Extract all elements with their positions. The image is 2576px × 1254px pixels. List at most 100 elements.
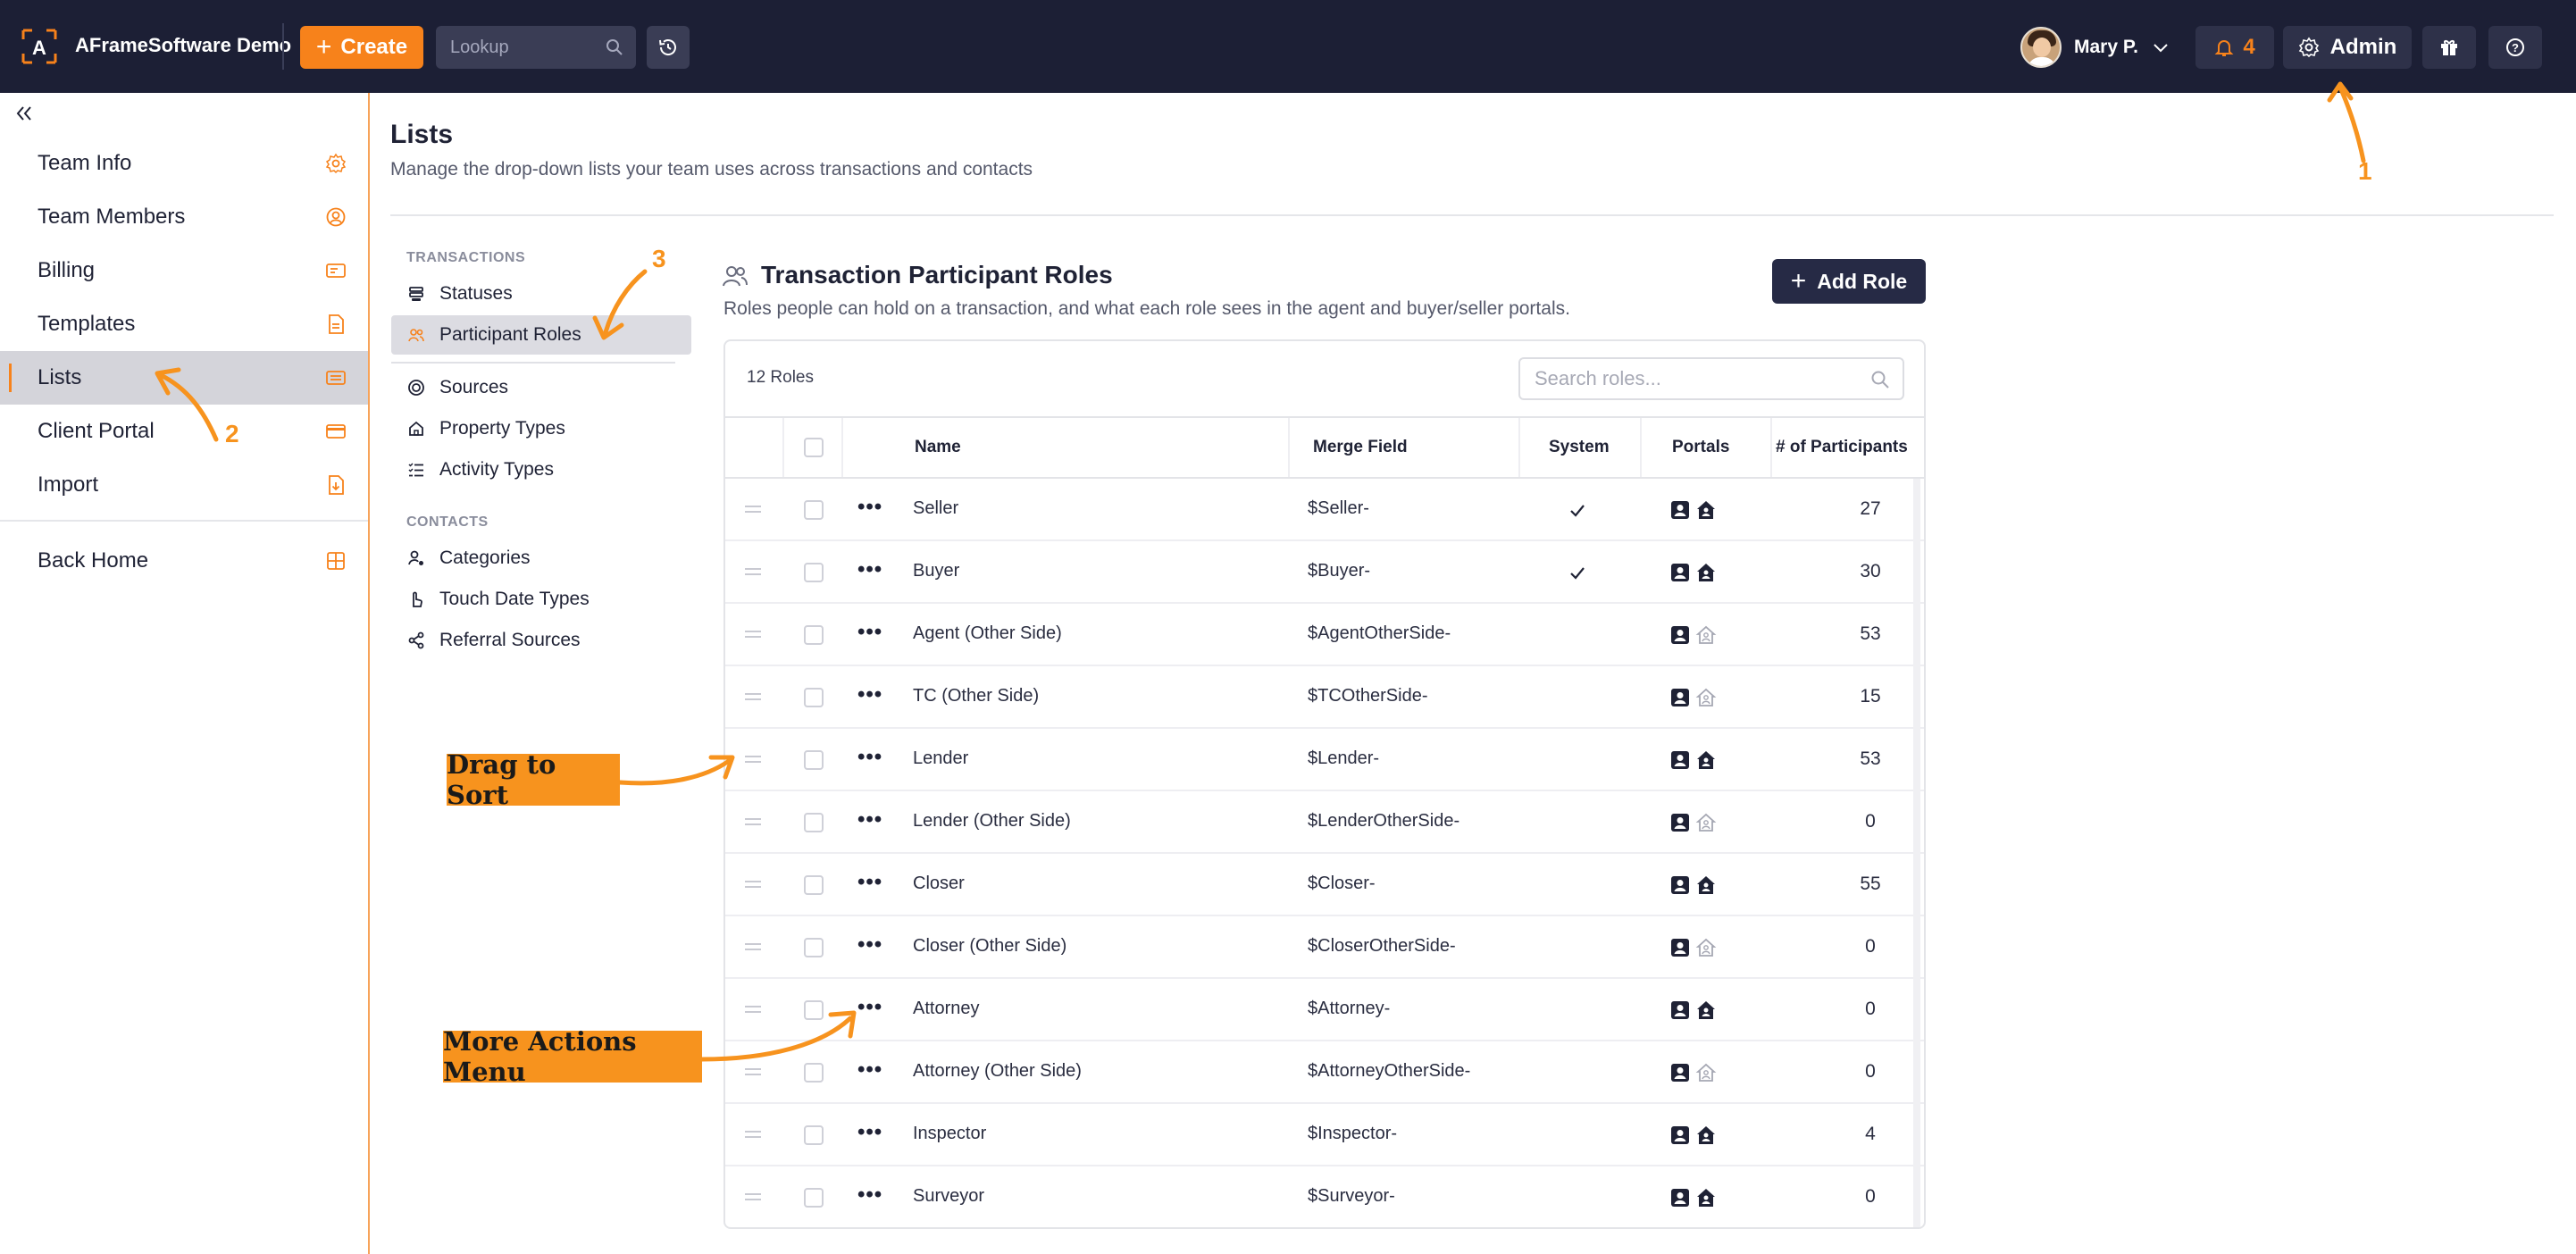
scrollbar[interactable] xyxy=(1913,479,1920,1227)
add-role-button[interactable]: + Add Role xyxy=(1772,259,1926,304)
more-actions-icon[interactable]: ••• xyxy=(857,682,882,707)
search-roles[interactable] xyxy=(1518,357,1904,400)
row-checkbox[interactable] xyxy=(804,500,824,520)
more-actions-icon[interactable]: ••• xyxy=(857,932,882,957)
table-row[interactable]: ••• Lender $Lender- 53 xyxy=(725,729,1924,791)
column-header-participants[interactable]: # of Participants xyxy=(1776,438,1908,457)
drag-handle-icon[interactable] xyxy=(745,631,761,640)
role-name: Agent (Other Side) xyxy=(913,623,1062,643)
gift-button[interactable] xyxy=(2422,26,2476,69)
import-icon xyxy=(329,475,344,495)
table-row[interactable]: ••• Attorney (Other Side) $AttorneyOtherSi… xyxy=(725,1041,1924,1104)
drag-handle-icon[interactable] xyxy=(745,818,761,827)
stack-icon xyxy=(409,287,423,301)
subnav-item-statuses[interactable]: Statuses xyxy=(391,274,691,314)
notifications-button[interactable]: 4 xyxy=(2195,26,2274,69)
table-row[interactable]: ••• Inspector $Inspector- 4 xyxy=(725,1104,1924,1166)
drag-handle-icon[interactable] xyxy=(745,1131,761,1140)
table-row[interactable]: ••• Seller $Seller- 27 xyxy=(725,479,1924,541)
subnav-item-property-types[interactable]: Property Types xyxy=(391,409,691,448)
admin-button[interactable]: Admin xyxy=(2283,26,2412,69)
column-header-merge-field[interactable]: Merge Field xyxy=(1313,438,1408,457)
more-actions-icon[interactable]: ••• xyxy=(857,495,882,520)
sidebar-item-import[interactable]: Import xyxy=(0,458,368,512)
sidebar-item-team-info[interactable]: Team Info xyxy=(0,137,368,190)
drag-handle-icon[interactable] xyxy=(745,568,761,577)
user-menu[interactable]: Mary P. xyxy=(2020,26,2170,69)
subnav-item-categories[interactable]: Categories xyxy=(391,539,691,578)
participant-count: 0 xyxy=(1865,811,1876,832)
drag-handle-icon[interactable] xyxy=(745,756,761,765)
drag-handle-icon[interactable] xyxy=(745,881,761,890)
more-actions-icon[interactable]: ••• xyxy=(857,1120,882,1145)
drag-handle-icon[interactable] xyxy=(745,1068,761,1077)
history-button[interactable] xyxy=(647,26,690,69)
select-all-checkbox[interactable] xyxy=(804,438,824,457)
more-actions-icon[interactable]: ••• xyxy=(857,807,882,832)
more-actions-icon[interactable]: ••• xyxy=(857,1058,882,1083)
table-row[interactable]: ••• Lender (Other Side) $LenderOtherSide- 0 xyxy=(725,791,1924,854)
subnav-item-sources[interactable]: Sources xyxy=(391,368,691,407)
row-checkbox[interactable] xyxy=(804,1188,824,1208)
row-checkbox[interactable] xyxy=(804,813,824,832)
help-button[interactable]: ? xyxy=(2488,26,2542,69)
client-portal-icon xyxy=(1697,1001,1715,1019)
drag-handle-icon[interactable] xyxy=(745,506,761,514)
table-row[interactable]: ••• Attorney $Attorney- 0 xyxy=(725,979,1924,1041)
row-checkbox[interactable] xyxy=(804,688,824,707)
search-input[interactable] xyxy=(1520,359,1860,398)
role-name: Attorney xyxy=(913,999,980,1018)
subnav-item-touch-date-types[interactable]: Touch Date Types xyxy=(391,580,691,619)
sidebar-item-client-portal[interactable]: Client Portal xyxy=(0,405,368,458)
more-actions-icon[interactable]: ••• xyxy=(857,995,882,1020)
lookup-search[interactable] xyxy=(436,26,636,69)
sidebar-item-billing[interactable]: Billing xyxy=(0,244,368,297)
row-checkbox[interactable] xyxy=(804,563,824,582)
column-header-name[interactable]: Name xyxy=(915,438,961,457)
sidebar-item-lists[interactable]: Lists xyxy=(0,351,368,405)
table-row[interactable]: ••• Closer $Closer- 55 xyxy=(725,854,1924,916)
collapse-sidebar-icon[interactable] xyxy=(13,102,36,125)
sidebar-item-back-home[interactable]: Back Home xyxy=(0,534,368,588)
table-row[interactable]: ••• Buyer $Buyer- 30 xyxy=(725,541,1924,604)
row-checkbox[interactable] xyxy=(804,875,824,895)
subnav-item-referral-sources[interactable]: Referral Sources xyxy=(391,621,691,660)
column-header-portals[interactable]: Portals xyxy=(1672,438,1729,457)
table-row[interactable]: ••• Agent (Other Side) $AgentOtherSide- 53 xyxy=(725,604,1924,666)
column-header-system[interactable]: System xyxy=(1549,438,1610,457)
row-checkbox[interactable] xyxy=(804,1063,824,1083)
participant-count: 53 xyxy=(1860,623,1881,644)
brand-name: AFrameSoftware Demo xyxy=(75,34,292,56)
agent-portal-icon xyxy=(1671,1126,1689,1144)
subnav-item-activity-types[interactable]: Activity Types xyxy=(391,450,691,489)
table-row[interactable]: ••• TC (Other Side) $TCOtherSide- 15 xyxy=(725,666,1924,729)
sidebar-item-label: Client Portal xyxy=(38,419,155,443)
annotation-number-3: 3 xyxy=(652,245,666,272)
roles-table-card: 12 Roles Name Merge Field System Portals… xyxy=(723,339,1926,1229)
row-checkbox[interactable] xyxy=(804,1125,824,1145)
logo-icon[interactable]: A xyxy=(20,27,59,66)
client-portal-disabled-icon xyxy=(1695,813,1717,832)
row-checkbox[interactable] xyxy=(804,1000,824,1020)
more-actions-icon[interactable]: ••• xyxy=(857,1183,882,1208)
gift-icon xyxy=(2441,40,2457,55)
row-checkbox[interactable] xyxy=(804,938,824,957)
row-checkbox[interactable] xyxy=(804,750,824,770)
drag-handle-icon[interactable] xyxy=(745,693,761,702)
row-checkbox[interactable] xyxy=(804,625,824,645)
table-row[interactable]: ••• Surveyor $Surveyor- 0 xyxy=(725,1166,1924,1227)
sidebar-item-templates[interactable]: Templates xyxy=(0,297,368,351)
subnav-item-participant-roles[interactable]: Participant Roles xyxy=(391,315,691,355)
table-row[interactable]: ••• Closer (Other Side) $CloserOtherSide- 0 xyxy=(725,916,1924,979)
drag-handle-icon[interactable] xyxy=(745,943,761,952)
more-actions-icon[interactable]: ••• xyxy=(857,745,882,770)
create-button[interactable]: + Create xyxy=(300,26,423,69)
drag-handle-icon[interactable] xyxy=(745,1193,761,1202)
more-actions-icon[interactable]: ••• xyxy=(857,620,882,645)
sidebar-item-team-members[interactable]: Team Members xyxy=(0,190,368,244)
drag-handle-icon[interactable] xyxy=(745,1006,761,1015)
more-actions-icon[interactable]: ••• xyxy=(857,870,882,895)
more-actions-icon[interactable]: ••• xyxy=(857,557,882,582)
client-portal-disabled-icon xyxy=(1695,1063,1717,1082)
merge-field: $Surveyor- xyxy=(1308,1186,1395,1206)
